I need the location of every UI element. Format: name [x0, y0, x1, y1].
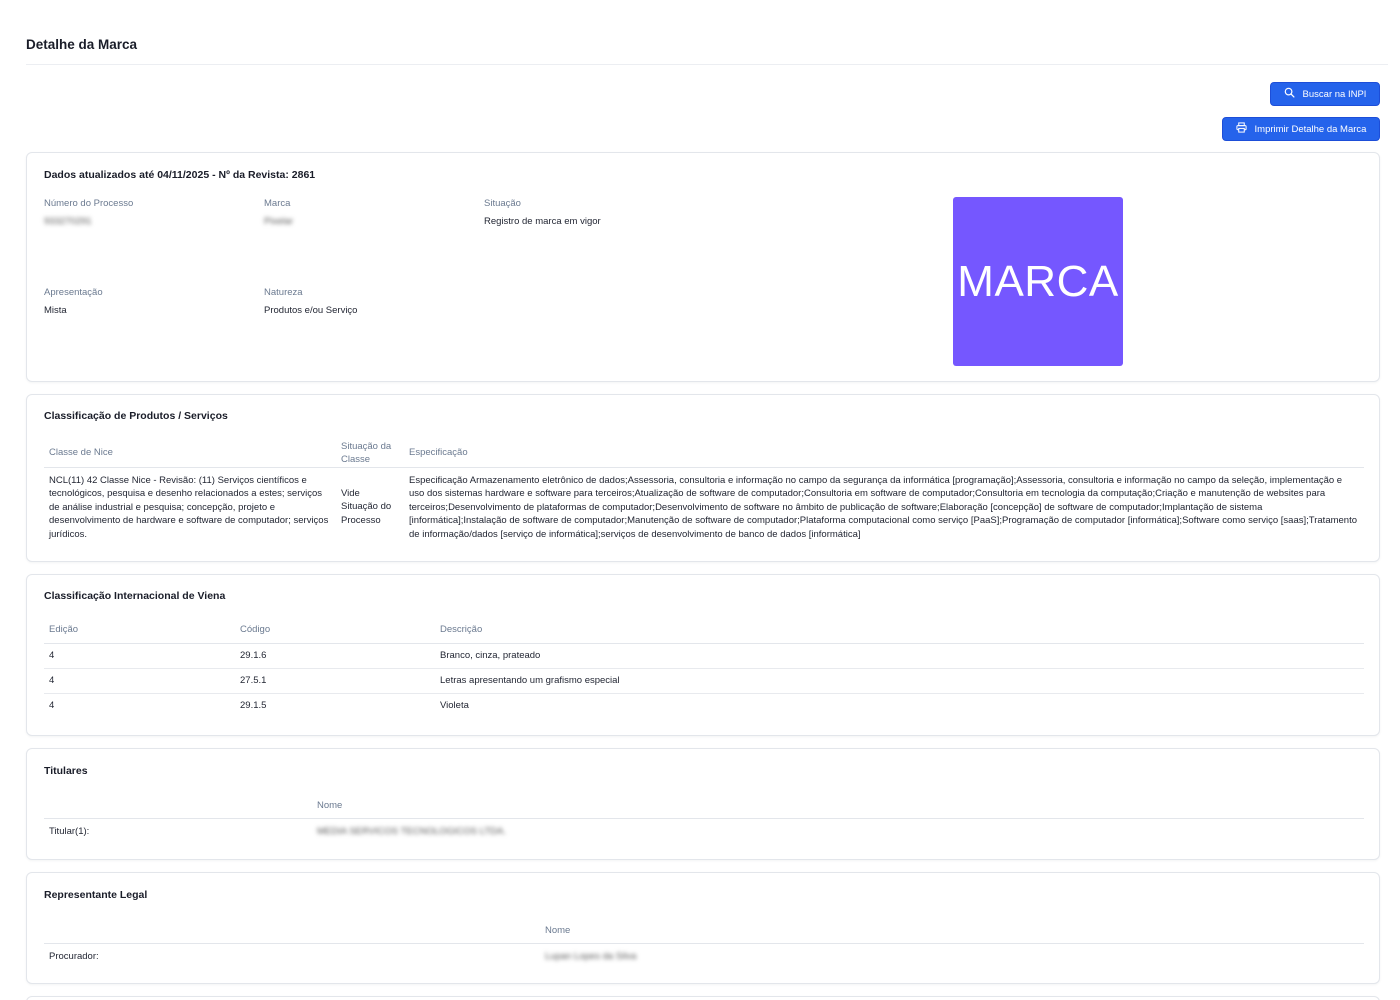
brand-field: Marca Pixelar	[264, 198, 293, 227]
table-row: NCL(11) 42 Classe Nice - Revisão: (11) S…	[44, 467, 1364, 541]
presentation-label: Apresentação	[44, 287, 103, 298]
nice-spec-cell: Especificação Armazenamento eletrônico d…	[409, 474, 1358, 540]
table-row: 4 29.1.6 Branco, cinza, prateado	[44, 643, 1364, 669]
nice-header-row: Classe de Nice Situação da Classe Especi…	[44, 439, 1364, 468]
nice-class-cell: NCL(11) 42 Classe Nice - Revisão: (11) S…	[49, 474, 329, 540]
holder-name-cell: MEDIA SERVICOS TECNOLOGICOS LTDA.	[317, 825, 506, 837]
nice-classification-title: Classificação de Produtos / Serviços	[44, 410, 228, 422]
legal-representative-title: Representante Legal	[44, 889, 148, 901]
vienna-edition-cell: 4	[44, 643, 235, 669]
nice-status-header: Situação da Classe	[336, 439, 404, 468]
table-row: Titular(1): MEDIA SERVICOS TECNOLOGICOS …	[44, 818, 1364, 844]
brand-label: Marca	[264, 198, 291, 209]
vienna-edition-cell: 4	[49, 700, 55, 712]
representative-header-row: Nome	[44, 919, 1364, 944]
status-field: Situação Registro de marca em vigor	[484, 198, 601, 227]
page-title: Detalhe da Marca	[26, 37, 138, 52]
page-header: Detalhe da Marca	[26, 37, 1388, 65]
vienna-description-cell: Letras apresentando um grafismo especial	[435, 668, 1364, 694]
vienna-table: Edição Código Descrição 4 29.1.6 Branco,…	[44, 617, 1364, 718]
vienna-classification-title: Classificação Internacional de Viena	[44, 590, 226, 602]
search-inpi-label: Buscar na INPI	[1302, 88, 1367, 100]
holders-table: Nome Titular(1): MEDIA SERVICOS TECNOLOG…	[44, 794, 1364, 844]
holder-label-cell: Titular(1):	[49, 825, 90, 837]
holders-card: Titulares Nome Titular(1): MEDIA SERVICO…	[26, 748, 1380, 860]
nice-table: Classe de Nice Situação da Classe Especi…	[44, 439, 1364, 541]
status-label: Situação	[484, 198, 521, 209]
legal-representative-table: Nome Procurador: Lupan Lopes da Silva	[44, 919, 1364, 969]
vienna-description-cell: Violeta	[440, 700, 469, 712]
representative-label-cell: Procurador:	[49, 950, 99, 962]
legal-representative-card: Representante Legal Nome Procurador: Lup…	[26, 872, 1380, 984]
brand-data-title: Dados atualizados até 04/11/2025 - Nº da…	[44, 169, 316, 181]
nice-status-cell: Vide Situação do Processo	[341, 487, 392, 526]
printer-icon	[1235, 122, 1247, 136]
next-card	[26, 996, 1380, 1000]
print-brand-detail-label: Imprimir Detalhe da Marca	[1254, 123, 1367, 135]
table-row: 4 27.5.1 Letras apresentando um grafismo…	[44, 668, 1364, 694]
process-number-field: Número do Processo 933270291	[44, 198, 133, 227]
brand-image-text: MARCA	[957, 256, 1119, 306]
vienna-code-cell: 29.1.5	[240, 700, 267, 712]
search-inpi-button[interactable]: Buscar na INPI	[1270, 82, 1380, 106]
nice-spec-header: Especificação	[404, 439, 1364, 468]
print-brand-detail-button[interactable]: Imprimir Detalhe da Marca	[1222, 117, 1380, 141]
holders-header-row: Nome	[44, 794, 1364, 819]
holders-title: Titulares	[44, 765, 88, 777]
vienna-description-cell: Branco, cinza, prateado	[435, 643, 1364, 669]
vienna-edition-header: Edição	[44, 617, 235, 644]
process-number-value: 933270291	[44, 216, 92, 227]
nature-value: Produtos e/ou Serviço	[264, 305, 358, 316]
nice-classification-card: Classificação de Produtos / Serviços Cla…	[26, 394, 1380, 562]
brand-value: Pixelar	[264, 216, 294, 227]
presentation-value: Mista	[44, 305, 67, 316]
table-row: 4 29.1.5 Violeta	[44, 693, 1364, 718]
nice-class-header: Classe de Nice	[44, 439, 336, 468]
status-value: Registro de marca em vigor	[484, 216, 601, 227]
vienna-header-row: Edição Código Descrição	[44, 617, 1364, 644]
holders-name-header: Nome	[312, 794, 1364, 819]
brand-image: MARCA	[953, 197, 1123, 366]
holders-empty-header	[44, 794, 312, 819]
table-row: Procurador: Lupan Lopes da Silva	[44, 943, 1364, 969]
representative-empty-header	[44, 919, 540, 944]
nature-field: Natureza Produtos e/ou Serviço	[264, 287, 357, 316]
brand-data-card: Dados atualizados até 04/11/2025 - Nº da…	[26, 152, 1380, 382]
representative-name-header: Nome	[540, 919, 1364, 944]
vienna-code-cell: 29.1.6	[235, 643, 435, 669]
vienna-classification-card: Classificação Internacional de Viena Edi…	[26, 574, 1380, 736]
search-icon	[1284, 87, 1295, 101]
representative-name-cell: Lupan Lopes da Silva	[545, 950, 637, 962]
process-number-label: Número do Processo	[44, 198, 134, 209]
nature-label: Natureza	[264, 287, 303, 298]
vienna-code-header: Código	[235, 617, 435, 644]
vienna-edition-cell: 4	[44, 668, 235, 694]
presentation-field: Apresentação Mista	[44, 287, 103, 316]
vienna-description-header: Descrição	[435, 617, 1364, 644]
vienna-code-cell: 27.5.1	[235, 668, 435, 694]
